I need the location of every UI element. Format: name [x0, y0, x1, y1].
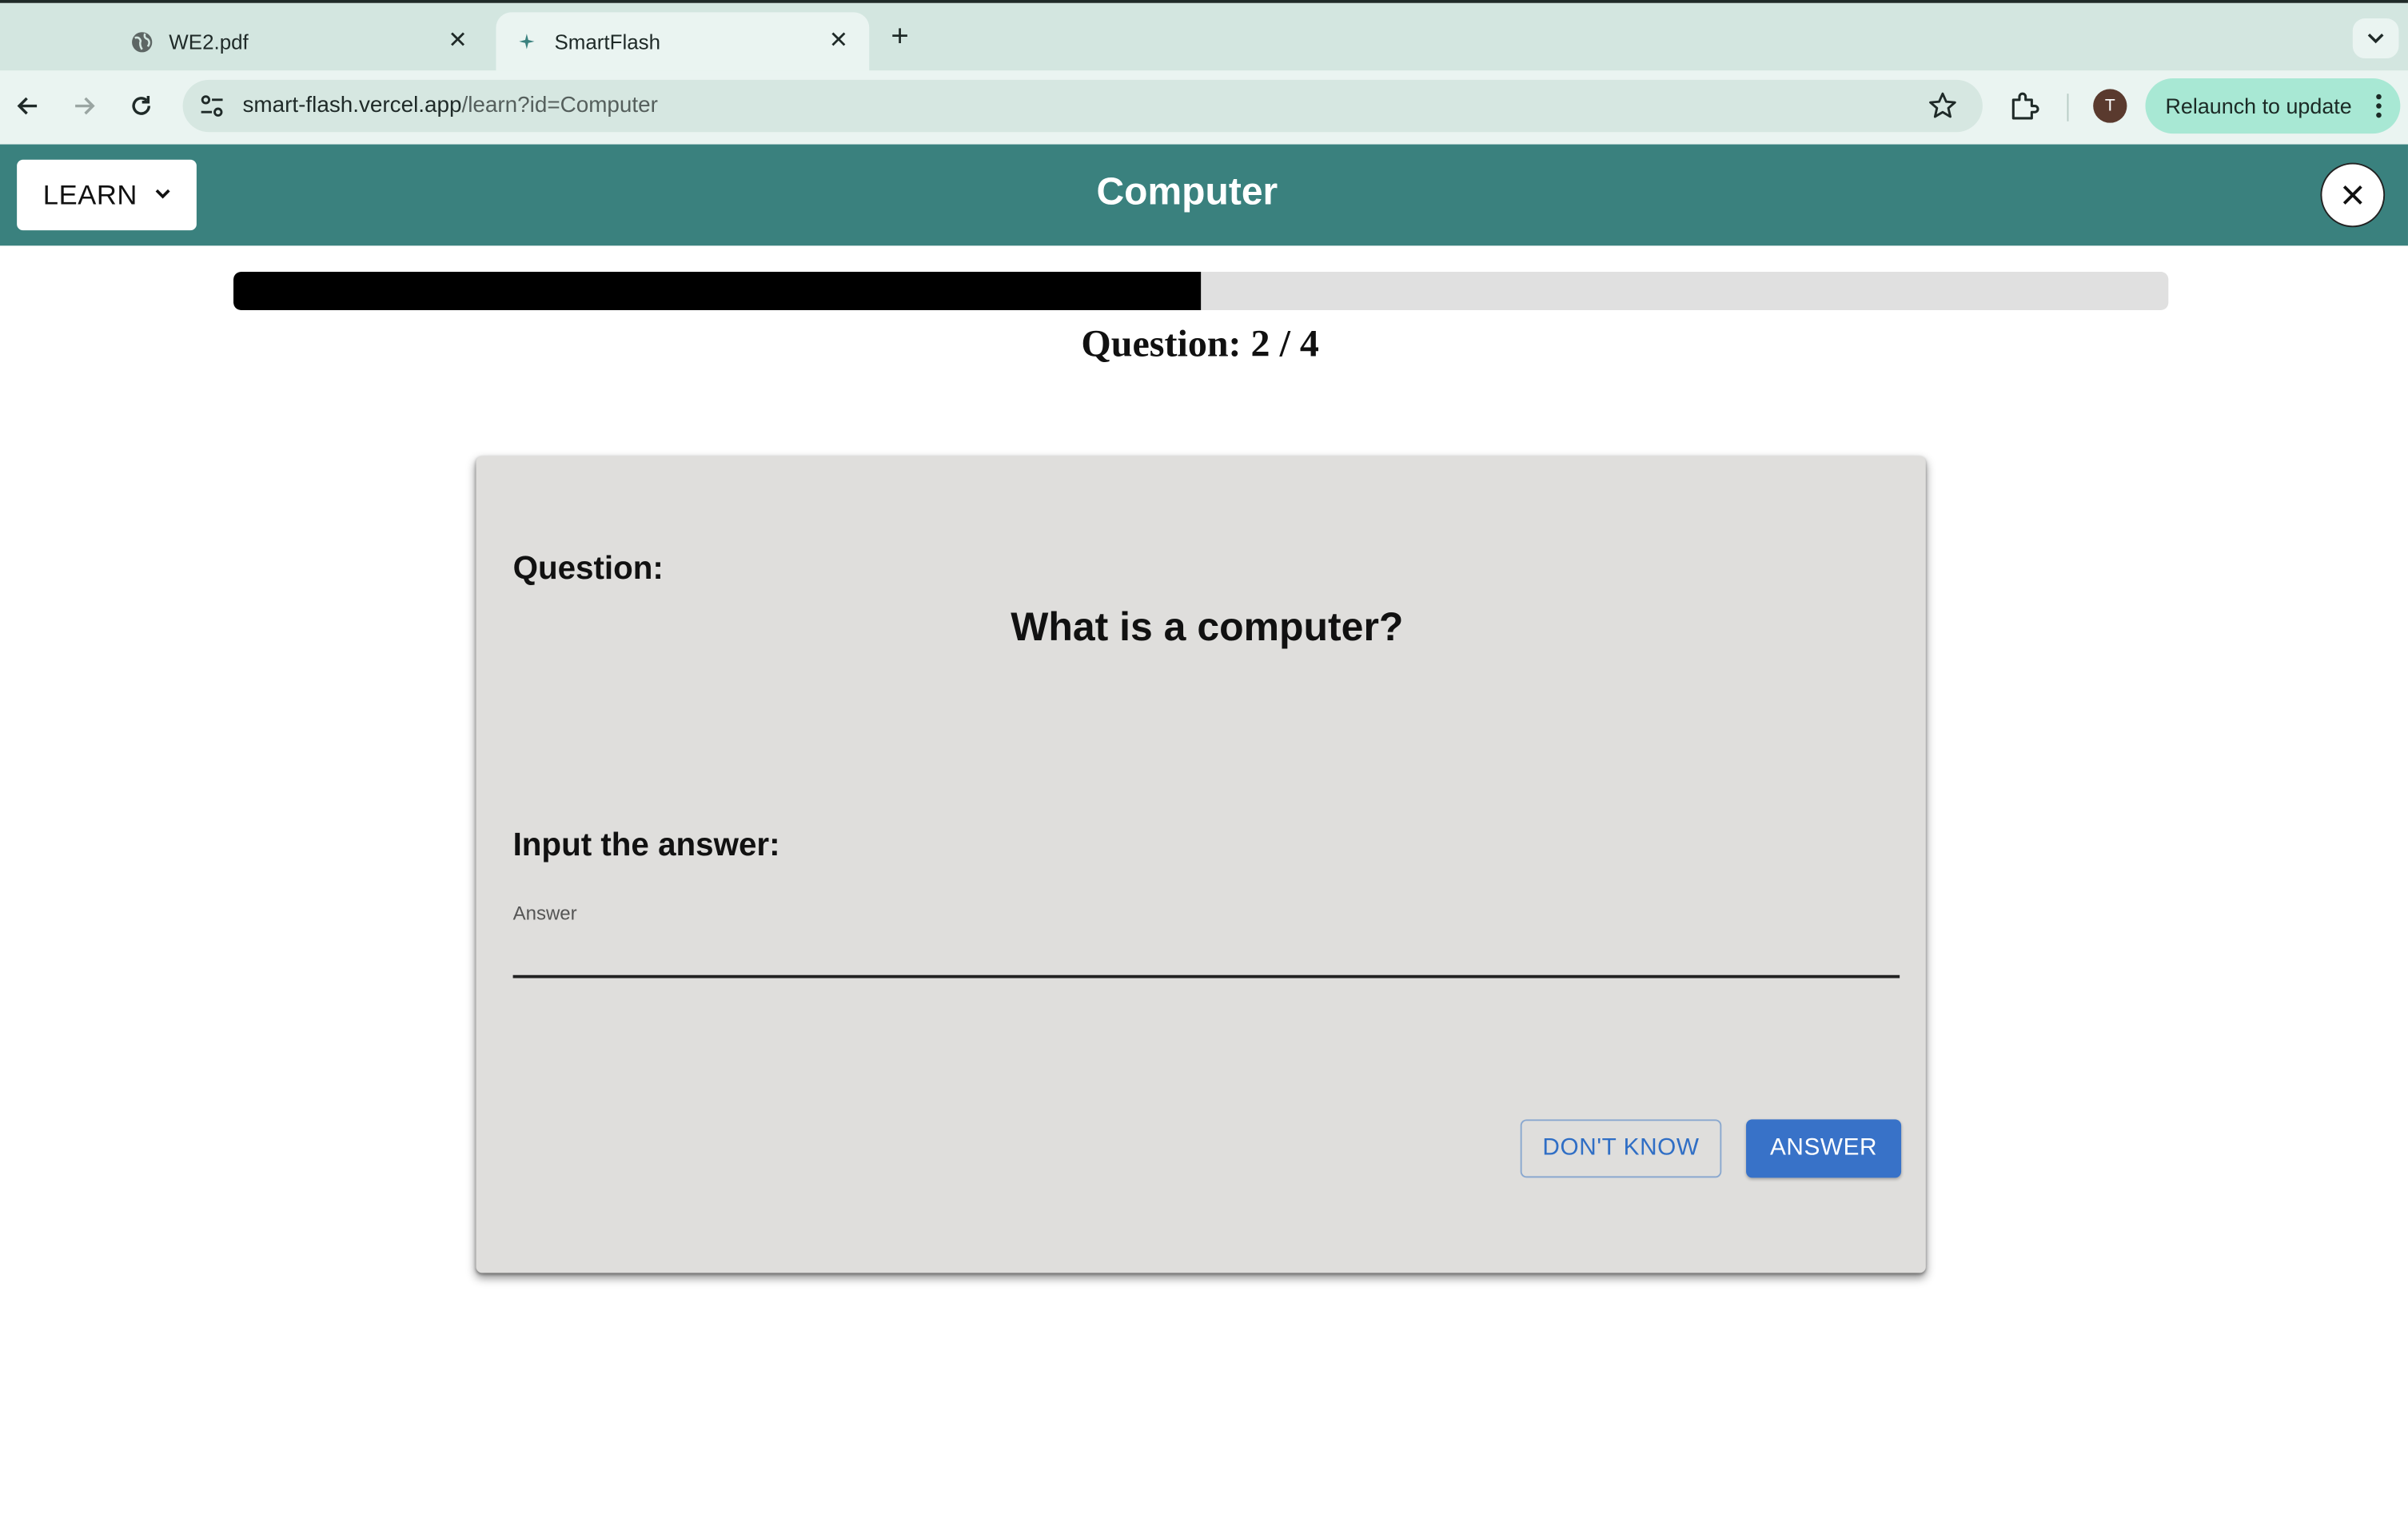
site-settings-icon[interactable] — [198, 92, 226, 120]
progress-fill — [233, 271, 1202, 311]
answer-input[interactable] — [512, 929, 1900, 978]
address-bar[interactable]: smart-flash.vercel.app/learn?id=Computer — [182, 79, 1983, 133]
flashcard: Question: What is a computer? Input the … — [476, 456, 1926, 1273]
url-text: smart-flash.vercel.app/learn?id=Computer — [243, 94, 658, 118]
tab-title: WE2.pdf — [169, 30, 249, 54]
deck-title: Computer — [1096, 170, 1278, 214]
question-text: What is a computer? — [1011, 603, 1404, 650]
input-answer-label: Input the answer: — [512, 827, 780, 863]
answer-button[interactable]: ANSWER — [1746, 1119, 1902, 1178]
kebab-menu-icon — [2376, 94, 2382, 118]
smartflash-favicon — [515, 29, 540, 54]
tab-search-chevron-icon[interactable] — [2352, 18, 2399, 58]
tab-we2-pdf[interactable]: WE2.pdf ✕ — [110, 12, 488, 70]
tab-close-icon[interactable]: ✕ — [445, 29, 470, 54]
answer-field: Answer — [512, 902, 1901, 982]
back-arrow-icon[interactable] — [8, 86, 48, 126]
question-counter: Question: 2 / 4 — [1081, 324, 1319, 366]
tab-close-icon[interactable]: ✕ — [826, 29, 851, 54]
close-session-button[interactable] — [2320, 162, 2386, 228]
question-label: Question: — [512, 551, 664, 587]
url-path: /learn?id=Computer — [461, 94, 658, 118]
bookmark-star-icon[interactable] — [1928, 90, 1958, 121]
relaunch-label: Relaunch to update — [2165, 94, 2352, 118]
progress-bar — [233, 271, 2169, 311]
app-header: LEARN Computer — [0, 144, 2408, 246]
profile-avatar[interactable]: T — [2093, 89, 2127, 123]
forward-arrow-icon[interactable] — [65, 86, 105, 126]
answer-field-label: Answer — [512, 902, 577, 925]
new-tab-plus-icon[interactable]: + — [882, 18, 919, 55]
reload-icon[interactable] — [122, 86, 161, 126]
extensions-puzzle-icon[interactable] — [2007, 89, 2041, 122]
browser-toolbar: smart-flash.vercel.app/learn?id=Computer… — [0, 70, 2408, 145]
toolbar-separator — [2067, 94, 2069, 122]
relaunch-to-update-button[interactable]: Relaunch to update — [2145, 78, 2401, 134]
close-icon — [2342, 185, 2362, 205]
tab-smartflash[interactable]: SmartFlash ✕ — [496, 12, 870, 71]
url-host: smart-flash.vercel.app — [242, 94, 462, 118]
globe-icon — [129, 29, 153, 54]
dont-know-button[interactable]: DON'T KNOW — [1520, 1119, 1722, 1178]
tab-strip: WE2.pdf ✕ SmartFlash ✕ + — [0, 2, 2408, 71]
tab-title: SmartFlash — [554, 30, 661, 54]
